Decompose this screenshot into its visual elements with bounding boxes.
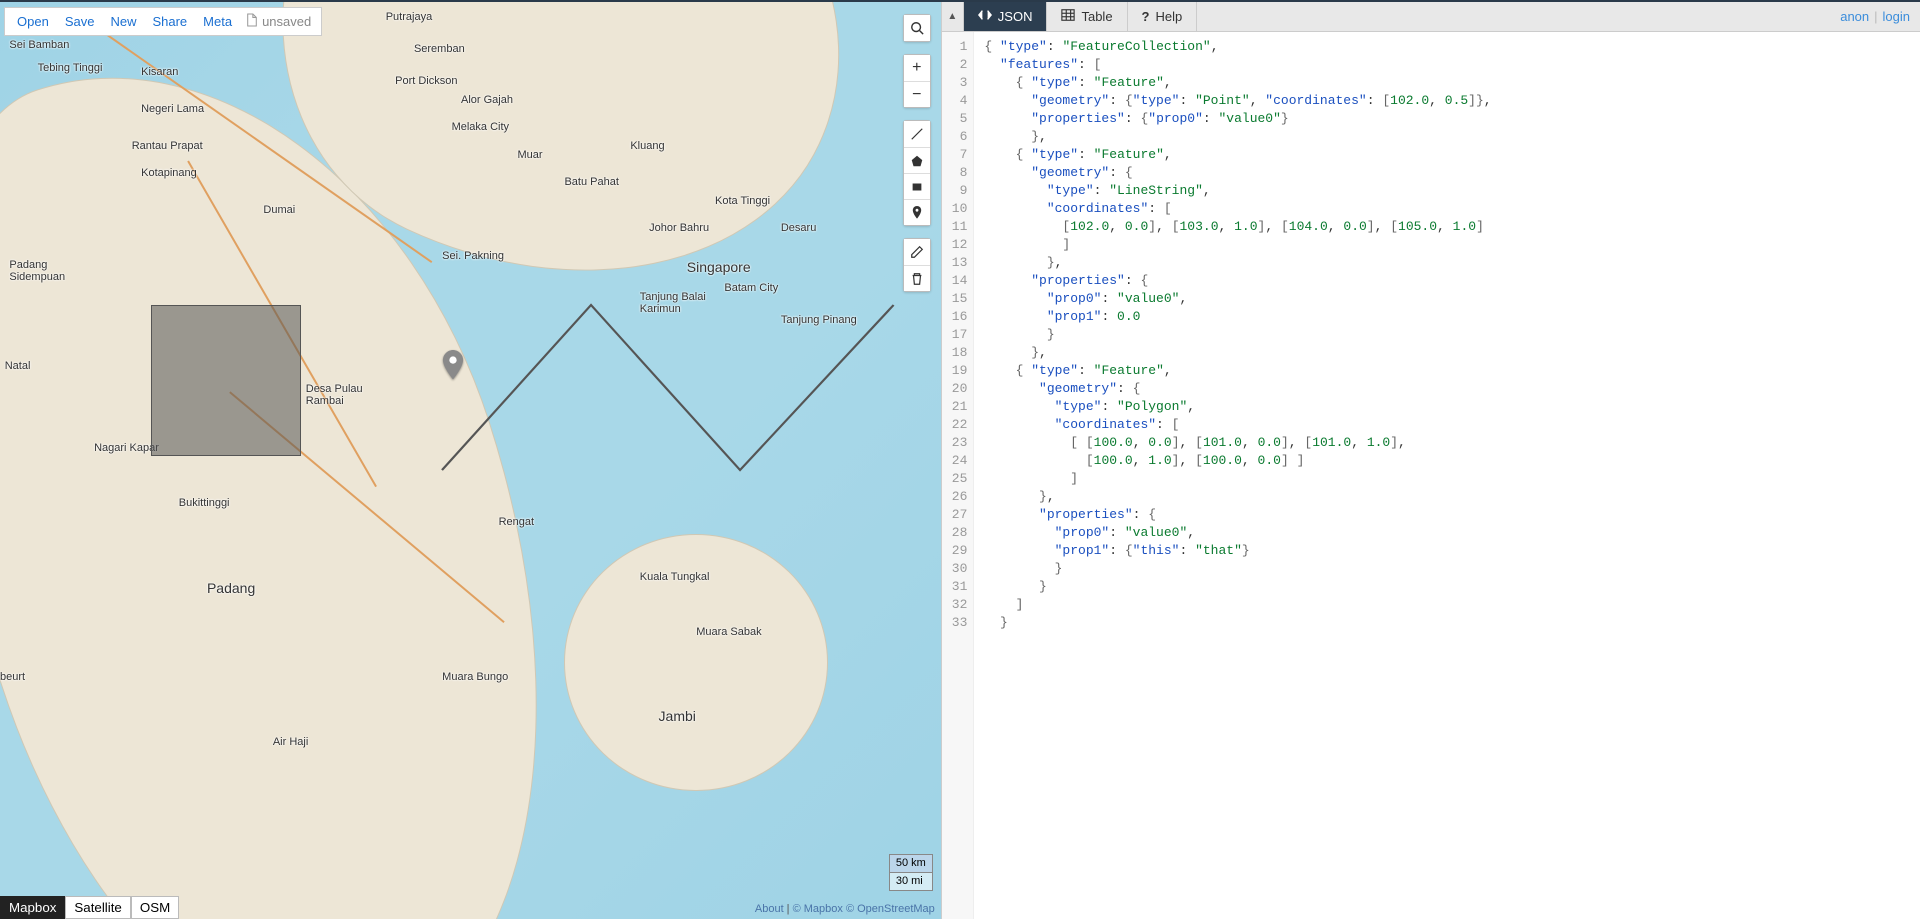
draw-marker-button[interactable] — [904, 199, 930, 225]
draw-rectangle-button[interactable] — [904, 173, 930, 199]
geojson-linestring[interactable] — [442, 305, 894, 470]
tab-table-label: Table — [1081, 9, 1112, 24]
code-content[interactable]: { "type": "FeatureCollection", "features… — [974, 32, 1501, 919]
city-label: Tanjung Balai Karimun — [640, 291, 706, 315]
layer-switch: Mapbox Satellite OSM — [0, 896, 179, 919]
tab-help-label: Help — [1156, 9, 1183, 24]
plus-icon: + — [912, 59, 921, 77]
map-canvas[interactable]: Putrajaya Seremban Port Dickson Alor Gaj… — [0, 2, 941, 919]
login-link[interactable]: login — [1883, 9, 1910, 24]
tab-table[interactable]: Table — [1047, 2, 1127, 31]
collapse-handle[interactable]: ▲ — [942, 2, 964, 31]
anon-link[interactable]: anon — [1840, 9, 1869, 24]
search-button[interactable] — [904, 15, 930, 41]
meta-link[interactable]: Meta — [195, 11, 240, 32]
landmass — [564, 534, 827, 791]
share-link[interactable]: Share — [144, 11, 195, 32]
tab-json[interactable]: JSON — [964, 2, 1048, 31]
city-label: Desaru — [781, 222, 816, 234]
scale-bar: 50 km 30 mi — [889, 854, 933, 891]
about-link[interactable]: About — [755, 903, 784, 915]
minus-icon: − — [912, 86, 921, 104]
tab-json-label: JSON — [998, 9, 1033, 24]
code-editor[interactable]: 1234567891011121314151617181920212223242… — [942, 32, 1920, 919]
save-link[interactable]: Save — [57, 11, 103, 32]
zoom-in-button[interactable]: + — [904, 55, 930, 81]
line-gutter: 1234567891011121314151617181920212223242… — [942, 32, 975, 919]
edit-button[interactable] — [904, 239, 930, 265]
table-icon — [1061, 8, 1075, 25]
new-link[interactable]: New — [102, 11, 144, 32]
tab-help[interactable]: ? Help — [1128, 2, 1198, 31]
map-controls: + − — [903, 14, 931, 292]
zoom-out-button[interactable]: − — [904, 81, 930, 107]
city-label: Batam City — [724, 282, 778, 294]
file-status: unsaved — [240, 10, 317, 33]
osm-link[interactable]: © OpenStreetMap — [846, 903, 935, 915]
layer-mapbox[interactable]: Mapbox — [0, 896, 65, 919]
layer-osm[interactable]: OSM — [131, 896, 179, 919]
file-icon — [246, 13, 258, 30]
separator: | — [1869, 9, 1882, 24]
file-toolbar: Open Save New Share Meta unsaved — [4, 7, 322, 36]
attribution: About | © Mapbox © OpenStreetMap — [755, 903, 935, 915]
draw-line-button[interactable] — [904, 121, 930, 147]
auth-links: anon | login — [1830, 2, 1920, 31]
open-link[interactable]: Open — [9, 11, 57, 32]
file-status-text: unsaved — [262, 14, 311, 29]
scale-mi: 30 mi — [890, 872, 932, 890]
layer-satellite[interactable]: Satellite — [65, 896, 130, 919]
editor-panel: ▲ JSON Table ? Help anon | login 1234567… — [941, 2, 1920, 919]
geojson-polygon[interactable] — [151, 305, 302, 456]
city-label: Tebing Tinggi — [38, 62, 103, 74]
city-label: Singapore — [687, 259, 751, 275]
map-panel[interactable]: Putrajaya Seremban Port Dickson Alor Gaj… — [0, 2, 941, 919]
scale-km: 50 km — [890, 855, 932, 872]
draw-polygon-button[interactable] — [904, 147, 930, 173]
editor-tabs: ▲ JSON Table ? Help anon | login — [942, 2, 1920, 32]
geojson-point-marker[interactable] — [442, 350, 464, 380]
mapbox-link[interactable]: © Mapbox — [793, 903, 843, 915]
city-label: Sei Bamban — [9, 39, 69, 51]
code-icon — [978, 8, 992, 25]
help-icon: ? — [1142, 9, 1150, 24]
city-label: Tanjung Pinang — [781, 314, 857, 326]
delete-button[interactable] — [904, 265, 930, 291]
